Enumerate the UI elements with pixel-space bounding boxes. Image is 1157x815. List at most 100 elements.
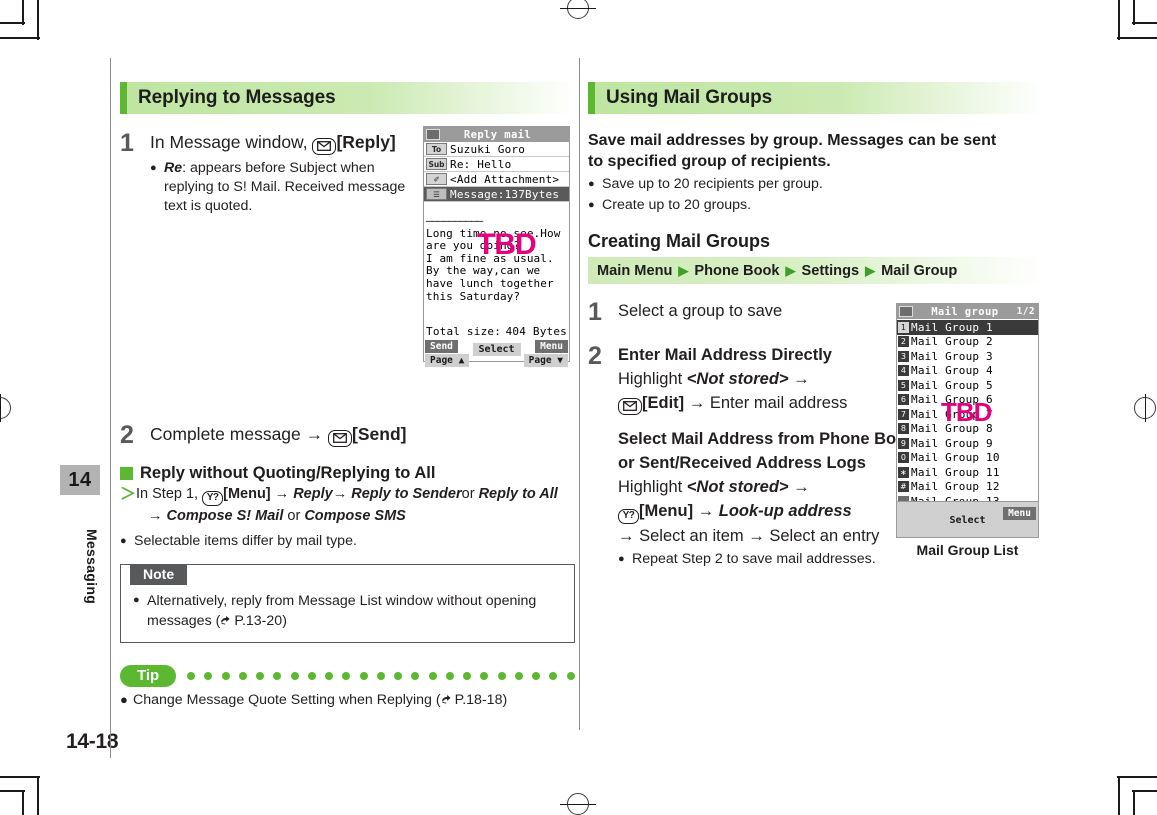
step-1-text-post: [Reply] [336, 132, 396, 152]
softkey-send[interactable]: Send [425, 340, 458, 353]
procedure-line-2-text: → Compose S! Mail or Compose SMS [134, 506, 575, 527]
enter-mail-address-text: Enter mail address [709, 394, 848, 412]
right-step-1-text: Select a group to save [618, 302, 783, 320]
tbd-watermark-left: TBD [477, 228, 537, 261]
tip-dot [428, 671, 437, 680]
selectable-items-text: Selectable items differ by mail type. [134, 532, 357, 549]
subheading-text: Reply without Quoting/Replying to All [140, 464, 436, 482]
group-label: Mail Group 3 [911, 349, 993, 363]
arrow-glyph: → [274, 486, 290, 502]
mail-key-icon [328, 429, 353, 447]
nav-arrow-icon: ▶ [678, 262, 689, 278]
group-key-icon: 5 [898, 379, 909, 391]
tbd-watermark-right: TBD [941, 397, 992, 427]
bullet-dot-icon: ● [588, 199, 595, 211]
softkey-page-down[interactable]: Page ▼ [523, 354, 568, 367]
group-key-icon: # [898, 481, 909, 493]
yahoo-key-icon: Y? [618, 508, 639, 524]
arrow-glyph: → [148, 507, 163, 524]
section-accent-bar [588, 82, 595, 114]
phone-title-text: Mail group [931, 305, 999, 318]
tip-content-text: Change Message Quote Setting when Replyi… [133, 692, 507, 708]
list-item[interactable]: 5 Mail Group 5 [897, 378, 1038, 393]
not-stored-italic: <Not stored> [686, 478, 789, 496]
softkey-select[interactable]: Select [943, 514, 992, 527]
arrow-glyph: → [748, 526, 765, 545]
tip-dot [549, 671, 558, 680]
page-indicator: 1/2 [1016, 306, 1035, 317]
proc-compose-sms: Compose SMS [304, 507, 406, 524]
list-item[interactable]: ∗ Mail Group 11 [897, 465, 1038, 480]
phone-field-message[interactable]: ☰ Message:137Bytes [424, 187, 569, 202]
proc-compose-smail: Compose S! Mail [166, 507, 284, 524]
proc-menu: [Menu] [223, 486, 271, 502]
field-value-message: Message:137Bytes [450, 187, 560, 201]
step-1-bullet: ● Re: appears before Subject when replyi… [150, 159, 420, 216]
group-key-icon: 2 [898, 336, 909, 348]
lead-bullet-1: ● Save up to 20 recipients per group. [588, 175, 1043, 194]
re-italic: Re [164, 160, 183, 176]
crop-mark-top-left [0, 0, 60, 60]
section-header-mail-groups: Using Mail Groups [588, 82, 1043, 114]
step-2-text-pre: Complete message [150, 424, 306, 444]
group-key-icon: 1 [898, 321, 909, 333]
lead-bullet-1-text: Save up to 20 recipients per group. [602, 176, 823, 192]
list-item[interactable]: 9 Mail Group 9 [897, 436, 1038, 451]
softkey-page-up[interactable]: Page ▲ [425, 354, 470, 367]
crop-mark-top-right [1097, 0, 1157, 60]
group-key-icon: 0 [898, 452, 909, 464]
list-item[interactable]: # Mail Group 12 [897, 480, 1038, 495]
proc-reply-to-sender: Reply to Sender [351, 486, 462, 502]
note-text-main: Alternatively, reply from Message List w… [147, 592, 537, 629]
field-value-subject: Re: Hello [450, 157, 512, 171]
phone-screenshot-caption: Mail Group List [916, 542, 1019, 558]
list-item[interactable]: 0 Mail Group 10 [897, 451, 1038, 466]
mail-groups-lead: Save mail addresses by group. Messages c… [588, 132, 997, 170]
group-key-icon: 7 [898, 408, 909, 420]
phone-field-attachment[interactable]: ✐ <Add Attachment> [424, 172, 569, 187]
phone-field-subject[interactable]: Sub Re: Hello [424, 157, 569, 172]
chapter-name-label: Messaging [84, 528, 100, 605]
tip-dot [497, 671, 506, 680]
total-size-label: Total size: [426, 325, 502, 338]
note-page-ref: P.13-20 [234, 612, 283, 629]
softkey-menu[interactable]: Menu [535, 340, 568, 353]
page-reference-icon [220, 613, 234, 629]
step-1-instruction: In Message window, [Reply] [150, 130, 420, 155]
step-number: 1 [120, 129, 134, 157]
tip-dot [359, 671, 368, 680]
group-label: Mail Group 2 [911, 335, 993, 349]
list-item[interactable]: 1 Mail Group 1 [897, 320, 1038, 335]
list-item[interactable]: 2 Mail Group 2 [897, 335, 1038, 350]
section-title: Replying to Messages [138, 87, 336, 108]
field-value-to: Suzuki Goro [450, 142, 526, 156]
step-1: 1 In Message window, [Reply] ● Re: appea… [120, 130, 420, 216]
arrow-glyph: → [332, 486, 348, 502]
tip-dot [463, 671, 472, 680]
group-label: Mail Group 10 [911, 451, 1000, 465]
arrow-glyph: → [688, 394, 706, 412]
procedure-marker-icon: ＞ [120, 486, 137, 503]
total-size-value: 404 Bytes [505, 325, 567, 338]
yahoo-key-icon: Y? [202, 490, 224, 506]
group-label: Mail Group 9 [911, 436, 993, 450]
softkey-select[interactable]: Select [472, 343, 521, 356]
arrow-glyph: → [793, 478, 810, 496]
center-column-rule [579, 58, 580, 730]
softkey-menu[interactable]: Menu [1003, 507, 1036, 520]
list-item[interactable]: 4 Mail Group 4 [897, 364, 1038, 379]
tip-dot [514, 671, 523, 680]
arrow-glyph: → [305, 424, 324, 444]
nav-arrow-icon: ▶ [785, 262, 796, 278]
manual-page: 14 Messaging 14-18 Replying to Messages … [0, 0, 1157, 815]
phone-softkey-row-top: Send Menu Select [424, 340, 569, 356]
bullet-dot-icon: ● [618, 552, 625, 565]
select-an-entry-text: Select an entry [769, 526, 880, 545]
tip-page-ref: P.18-18 [454, 691, 503, 708]
mail-key-icon [618, 397, 642, 415]
green-square-icon [120, 467, 133, 480]
phone-field-to[interactable]: To Suzuki Goro [424, 142, 569, 157]
list-item[interactable]: 3 Mail Group 3 [897, 349, 1038, 364]
look-up-address-italic: Look-up address [718, 502, 852, 520]
step-2-repeat-text: Repeat Step 2 to save mail addresses. [632, 550, 876, 567]
